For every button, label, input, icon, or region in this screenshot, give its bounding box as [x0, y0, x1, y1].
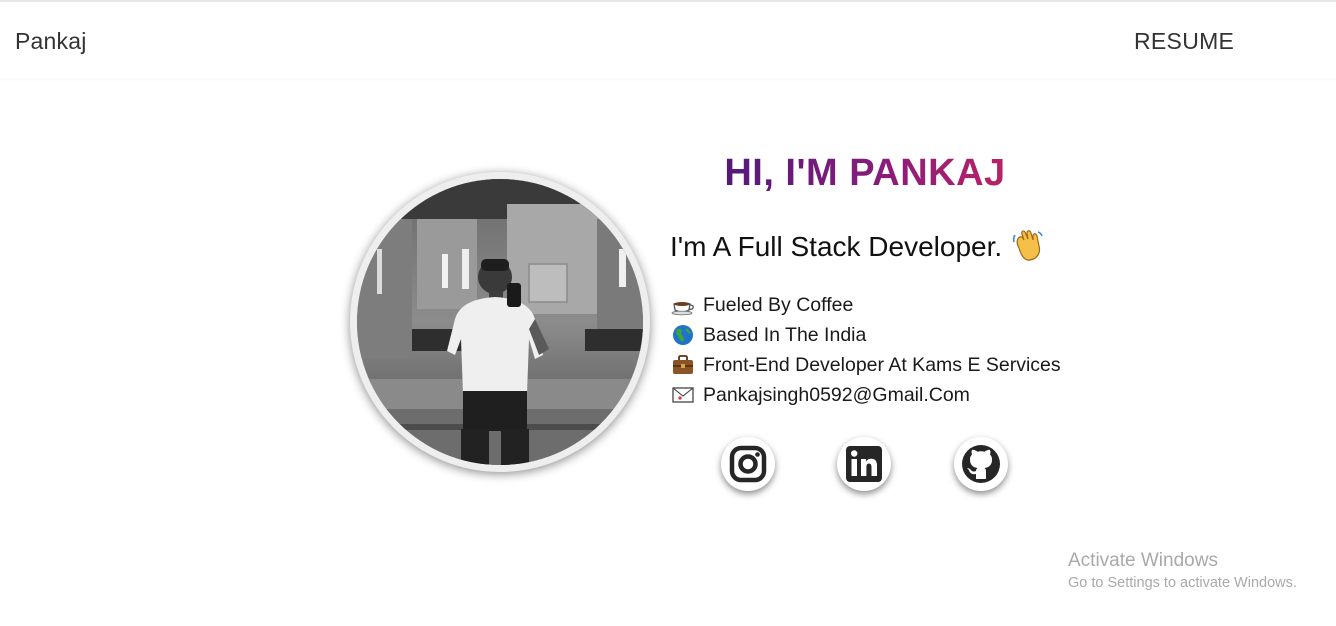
- instagram-link[interactable]: [721, 437, 775, 491]
- brand-link[interactable]: Pankaj: [15, 28, 87, 55]
- fact-email-text: Pankajsingh0592@Gmail.Com: [703, 383, 970, 406]
- profile-photo: [357, 179, 643, 465]
- profile-avatar: [350, 172, 650, 472]
- github-link[interactable]: [954, 437, 1008, 491]
- github-icon: [962, 445, 1000, 483]
- fact-coffee: Fueled By Coffee: [671, 290, 1061, 320]
- briefcase-icon: [671, 353, 695, 377]
- envelope-icon: [671, 383, 695, 407]
- waving-hand-icon: [1010, 228, 1044, 269]
- navbar: Pankaj RESUME: [0, 2, 1336, 78]
- linkedin-icon: [846, 446, 882, 482]
- fact-coffee-text: Fueled By Coffee: [703, 293, 854, 316]
- activate-windows-subtitle: Go to Settings to activate Windows.: [1068, 575, 1297, 591]
- resume-link[interactable]: RESUME: [1134, 28, 1234, 55]
- globe-icon: [671, 323, 695, 347]
- fact-location-text: Based In The India: [703, 323, 867, 346]
- tagline: I'm A Full Stack Developer.: [670, 228, 1044, 269]
- tagline-text: I'm A Full Stack Developer.: [670, 230, 1003, 262]
- page: Pankaj RESUME HI, I'M PANKAJ I'm A Full …: [0, 0, 1336, 626]
- activate-windows-title: Activate Windows: [1068, 550, 1218, 571]
- facts-list: Fueled By Coffee Based In The India Fron…: [671, 290, 1061, 410]
- fact-job: Front-End Developer At Kams E Services: [671, 350, 1061, 380]
- coffee-cup-icon: [671, 293, 695, 317]
- fact-email: Pankajsingh0592@Gmail.Com: [671, 380, 1061, 410]
- linkedin-link[interactable]: [837, 437, 891, 491]
- greeting-heading: HI, I'M PANKAJ: [660, 152, 1070, 195]
- fact-job-text: Front-End Developer At Kams E Services: [703, 353, 1061, 376]
- fact-location: Based In The India: [671, 320, 1061, 350]
- instagram-icon: [729, 445, 767, 483]
